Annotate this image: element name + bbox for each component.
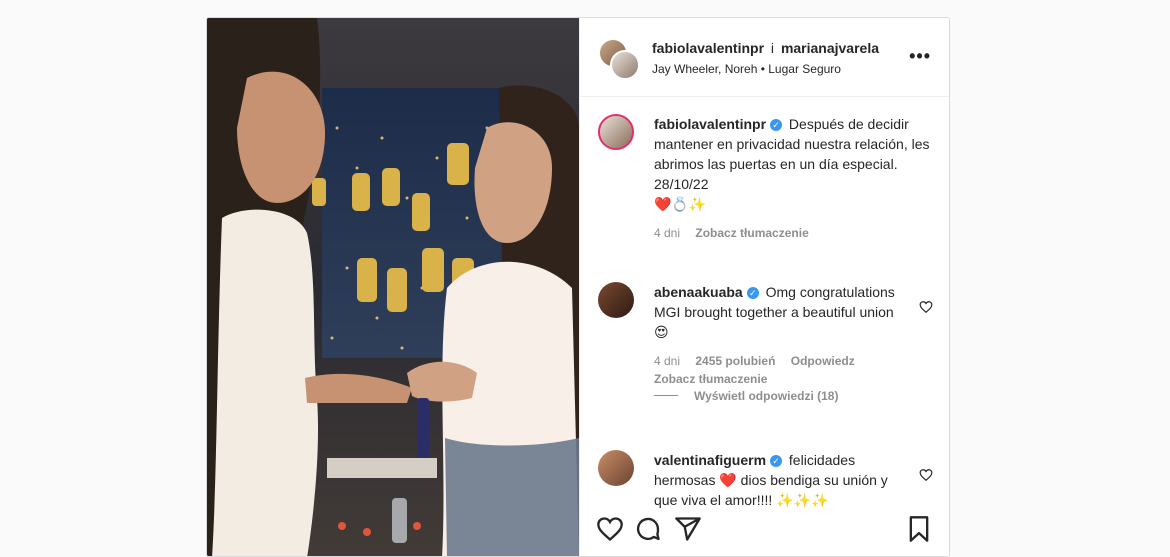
verified-icon: ✓: [770, 119, 783, 131]
avatar: [610, 50, 640, 80]
verified-icon: ✓: [770, 455, 783, 467]
audio-track-link[interactable]: Jay Wheeler, Noreh • Lugar Seguro: [652, 62, 841, 76]
caption-meta: 4 dni Zobacz tłumaczenie: [654, 224, 933, 242]
collab-avatars[interactable]: [598, 38, 640, 80]
translate-link[interactable]: Zobacz tłumaczenie: [654, 372, 767, 386]
avatar[interactable]: [598, 282, 634, 318]
reply-button[interactable]: Odpowiedz: [791, 354, 855, 368]
view-replies-button[interactable]: Wyświetl odpowiedzi (18): [654, 389, 838, 403]
caption-emoji: ❤️💍✨: [654, 196, 707, 212]
avatar[interactable]: [598, 114, 634, 150]
author-joiner: i: [770, 40, 775, 56]
replies-divider: [654, 395, 678, 396]
video-frame: [207, 18, 579, 556]
more-icon[interactable]: •••: [909, 46, 931, 67]
post-card: fabiolavalentinpr i marianajvarela Jay W…: [206, 17, 950, 557]
post-side-panel: fabiolavalentinpr i marianajvarela Jay W…: [579, 18, 949, 556]
post-media-video[interactable]: [207, 18, 579, 556]
comment-likes[interactable]: 2455 polubień: [695, 354, 775, 368]
comment-meta: 4 dni 2455 polubień Odpowiedz Zobacz tłu…: [654, 352, 905, 388]
post-header: fabiolavalentinpr i marianajvarela Jay W…: [580, 18, 949, 97]
caption-author[interactable]: fabiolavalentinpr: [654, 116, 766, 132]
caption-time[interactable]: 4 dni: [654, 226, 680, 240]
bookmark-icon[interactable]: [905, 515, 933, 543]
share-icon[interactable]: [674, 515, 702, 543]
avatar[interactable]: [598, 450, 634, 486]
author-link[interactable]: marianajvarela: [781, 40, 879, 56]
comment-time[interactable]: 4 dni: [654, 354, 680, 368]
comment-icon[interactable]: [634, 515, 662, 543]
action-bar: [596, 515, 933, 545]
author-link[interactable]: fabiolavalentinpr: [652, 40, 764, 56]
comments-list: fabiolavalentinpr ✓ Después de decidir ma…: [580, 97, 949, 556]
translate-link[interactable]: Zobacz tłumaczenie: [695, 226, 808, 240]
comment-author[interactable]: valentinafiguerm: [654, 452, 766, 468]
verified-icon: ✓: [746, 287, 759, 299]
comment-author[interactable]: abenaakuaba: [654, 284, 743, 300]
heart-icon[interactable]: [596, 515, 624, 543]
view-replies-label: Wyświetl odpowiedzi (18): [694, 389, 839, 403]
heart-icon[interactable]: [919, 300, 933, 314]
post-authors: fabiolavalentinpr i marianajvarela: [652, 40, 879, 56]
heart-icon[interactable]: [919, 468, 933, 482]
